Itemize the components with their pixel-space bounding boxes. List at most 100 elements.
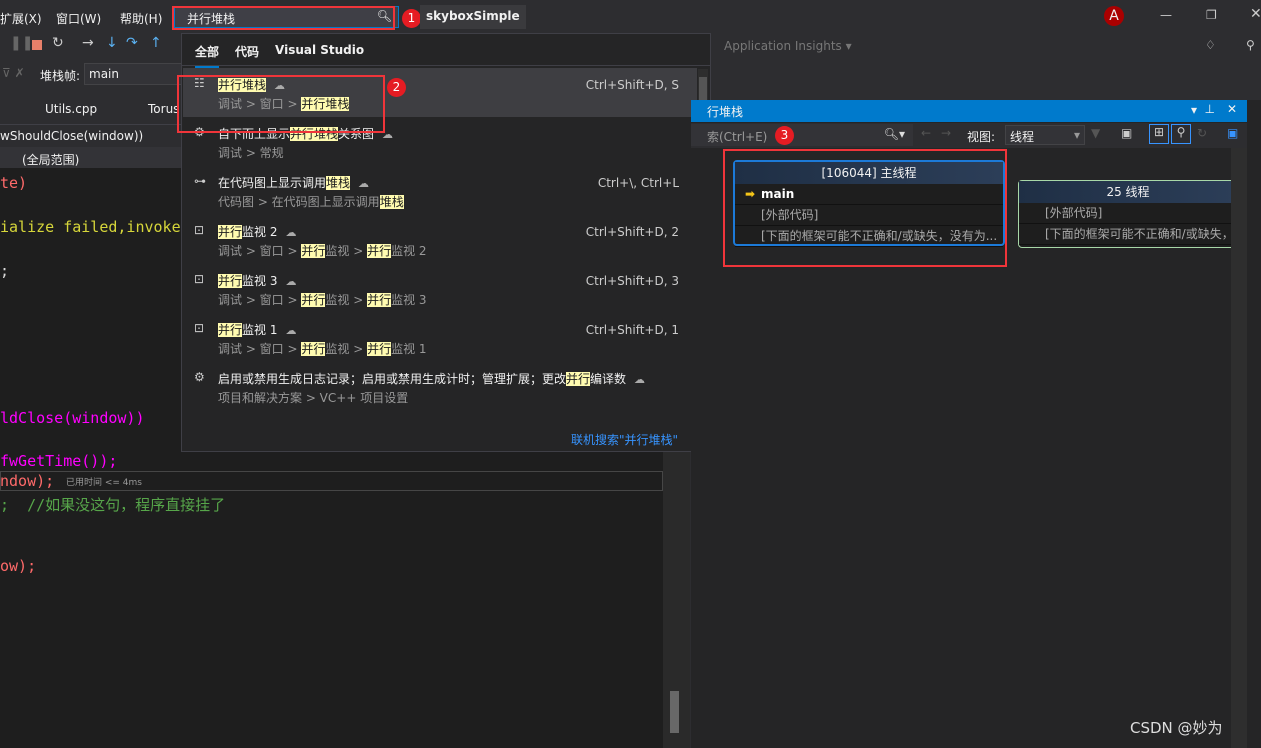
- text-segment: 监视 2: [242, 225, 278, 239]
- close-button[interactable]: ✕: [1250, 6, 1261, 22]
- code-line: fwGetTime());: [0, 452, 118, 470]
- text-segment: 堆栈: [326, 176, 351, 190]
- editor-tab-torus[interactable]: Torus: [148, 102, 179, 116]
- save-icon[interactable]: ▣: [1227, 126, 1238, 140]
- debug-toolbar: ❚❚ ↻ → ↓ ↷ ↑: [0, 35, 181, 60]
- code-line: ow);: [0, 557, 37, 575]
- stop-icon[interactable]: [32, 40, 42, 50]
- forward-icon[interactable]: →: [941, 126, 951, 140]
- refresh-icon[interactable]: ↻: [1197, 126, 1207, 140]
- text-segment: 并行: [367, 244, 392, 258]
- zoom-icon[interactable]: ⚲: [1171, 124, 1191, 144]
- cloud-icon: ☁: [634, 373, 646, 386]
- menu-help[interactable]: 帮助(H): [120, 10, 162, 27]
- scrollbar-thumb[interactable]: [670, 691, 679, 733]
- result-path: 代码图 > 在代码图上显示调用堆栈: [218, 193, 404, 210]
- user-avatar[interactable]: A: [1104, 6, 1124, 26]
- editor-tab-utils[interactable]: Utils.cpp: [45, 102, 97, 116]
- text-segment: 启用或禁用生成日志记录；启用或禁用生成计时；管理扩展；更改: [218, 372, 567, 386]
- function-dropdown[interactable]: wShouldClose(window)): [0, 124, 181, 146]
- text-segment: 监视 >: [325, 342, 368, 356]
- pause-icon[interactable]: ❚❚: [10, 35, 33, 51]
- toggle-method-view-icon[interactable]: ▣: [1121, 126, 1132, 140]
- auto-scroll-icon[interactable]: ⊞: [1149, 124, 1169, 144]
- view-dropdown[interactable]: 线程 ▾: [1005, 125, 1085, 145]
- app-insights[interactable]: Application Insights ▾: [724, 39, 852, 53]
- shortcut-label: Ctrl+Shift+D, 3: [585, 274, 679, 288]
- scope-dropdown[interactable]: (全局范围): [0, 147, 181, 168]
- tab-all[interactable]: 全部: [195, 43, 220, 68]
- cloud-icon: ☁: [285, 226, 297, 239]
- stack-frame-bar: ⊽ ✗ 堆栈帧: main: [0, 62, 184, 86]
- text-segment: 并行: [367, 342, 392, 356]
- menu-extensions[interactable]: 扩展(X): [0, 10, 42, 27]
- search-result-item[interactable]: ⊡ 并行监视 1 ☁ 调试 > 窗口 > 并行监视 > 并行监视 1 Ctrl+Shif…: [183, 313, 697, 362]
- back-icon[interactable]: ←: [921, 126, 931, 140]
- shortcut-label: Ctrl+Shift+D, S: [585, 78, 679, 92]
- text-segment: 调试 > 窗口 >: [218, 293, 302, 307]
- stack-frame-row[interactable]: [下面的框架可能不正确和/或缺失，: [1019, 224, 1237, 245]
- text-segment: 并行: [218, 225, 243, 239]
- text-segment: 堆栈: [379, 195, 404, 209]
- stack-card-threads[interactable]: 25 线程 [外部代码] [下面的框架可能不正确和/或缺失，: [1018, 180, 1238, 248]
- tab-code[interactable]: 代码: [235, 43, 259, 60]
- text-segment: 并行: [367, 293, 392, 307]
- result-title: 并行监视 2 ☁: [218, 223, 296, 240]
- menu-window[interactable]: 窗口(W): [56, 10, 101, 27]
- text-segment: 并行: [218, 274, 243, 288]
- cloud-icon: ☁: [358, 177, 370, 190]
- text-segment: 在代码图上显示调用: [218, 176, 327, 190]
- text-segment: 项目和解决方案 > VC++ 项目设置: [218, 391, 409, 405]
- card-header: 25 线程: [1019, 181, 1237, 203]
- step-over-icon[interactable]: ↷: [126, 35, 138, 51]
- annotation-badge-2: 2: [387, 78, 406, 97]
- panel-titlebar: 行堆栈 ▾ ⊥ ✕: [691, 100, 1247, 122]
- shortcut-label: Ctrl+Shift+D, 2: [585, 225, 679, 239]
- tab-visual-studio[interactable]: Visual Studio: [275, 43, 364, 57]
- result-path: 调试 > 常规: [218, 144, 284, 161]
- text-segment: 监视 >: [325, 293, 368, 307]
- result-title: 并行监视 3 ☁: [218, 272, 296, 289]
- stack-frame-row[interactable]: [外部代码]: [1019, 203, 1237, 224]
- stack-frame-dropdown[interactable]: main: [84, 63, 184, 85]
- pin-icon[interactable]: ⊥: [1205, 102, 1215, 116]
- live-share-icon[interactable]: ⚲: [1246, 38, 1255, 52]
- feedback-icon[interactable]: ♢: [1205, 38, 1216, 52]
- result-title: 在代码图上显示调用堆栈 ☁: [218, 174, 369, 191]
- result-title: 启用或禁用生成日志记录；启用或禁用生成计时；管理扩展；更改并行编译数 ☁: [218, 370, 645, 387]
- text-segment: 监视 1: [242, 323, 278, 337]
- cloud-icon: ☁: [285, 324, 297, 337]
- code-line: te): [0, 174, 28, 192]
- text-segment: 并行: [566, 372, 591, 386]
- step-into-icon[interactable]: ↓: [106, 35, 118, 51]
- search-result-item[interactable]: ⊡ 并行监视 3 ☁ 调试 > 窗口 > 并行监视 > 并行监视 3 Ctrl+Shif…: [183, 264, 697, 313]
- text-segment: 监视 >: [325, 244, 368, 258]
- restart-icon[interactable]: ↻: [52, 35, 64, 51]
- search-result-item[interactable]: ⊶ 在代码图上显示调用堆栈 ☁ 代码图 > 在代码图上显示调用堆栈 Ctrl+\, Ct…: [183, 166, 697, 215]
- restore-button[interactable]: ❐: [1206, 8, 1217, 22]
- code-line: ; //如果没这句，程序直接挂了: [0, 496, 226, 514]
- online-search-link[interactable]: 联机搜索"并行堆栈": [571, 431, 678, 448]
- code-line: ;: [0, 262, 10, 280]
- filter-icon[interactable]: ▼: [1091, 126, 1100, 140]
- step-out-icon[interactable]: ↑: [150, 35, 162, 51]
- show-next-statement-icon[interactable]: →: [82, 35, 94, 51]
- annotation-box-1: [172, 6, 395, 30]
- search-result-item[interactable]: ⊡ 并行监视 2 ☁ 调试 > 窗口 > 并行监视 > 并行监视 2 Ctrl+Shif…: [183, 215, 697, 264]
- minimize-button[interactable]: —: [1160, 8, 1172, 22]
- result-path: 调试 > 窗口 > 并行监视 > 并行监视 2: [218, 242, 427, 259]
- result-path: 调试 > 窗口 > 并行监视 > 并行监视 1: [218, 340, 427, 357]
- panel-scrollbar[interactable]: [1231, 148, 1247, 748]
- code-line: ldClose(window)): [0, 409, 145, 427]
- text-segment: 代码图 > 在代码图上显示调用: [218, 195, 380, 209]
- text-segment: 调试 > 窗口 >: [218, 342, 302, 356]
- search-result-item[interactable]: ⚙ 启用或禁用生成日志记录；启用或禁用生成计时；管理扩展；更改并行编译数 ☁ 项目和解…: [183, 362, 697, 411]
- watermark: CSDN @妙为: [1130, 719, 1223, 737]
- dropdown-icon[interactable]: ▾: [1191, 103, 1197, 117]
- code-map-icon: ⊶: [194, 174, 206, 188]
- text-segment: 并行: [301, 342, 326, 356]
- close-icon[interactable]: ✕: [1227, 102, 1237, 116]
- result-title: 并行监视 1 ☁: [218, 321, 296, 338]
- stack-search-input[interactable]: 索(Ctrl+E) 🔍︎▾: [691, 124, 913, 146]
- result-path: 项目和解决方案 > VC++ 项目设置: [218, 389, 408, 406]
